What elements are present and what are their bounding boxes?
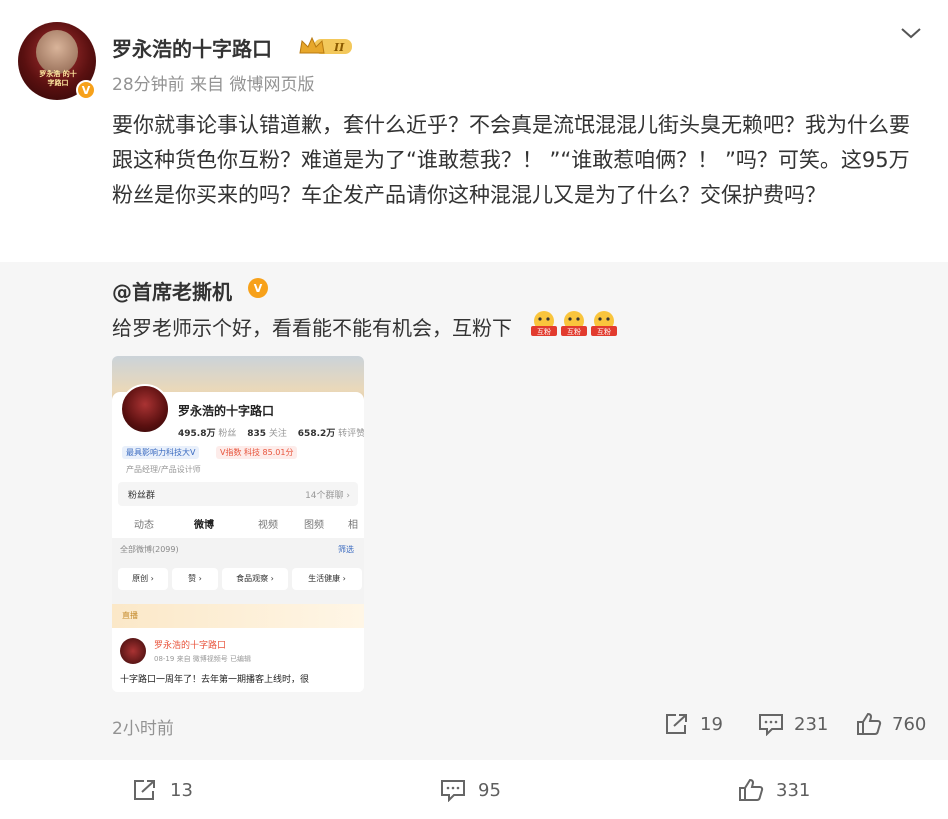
interactions-label: 转评赞 — [338, 429, 364, 439]
repost-button[interactable]: 13 — [132, 778, 193, 802]
avatar-text: 罗永浩 的十字路口 — [39, 70, 77, 87]
chip-food: 食品观察 › — [222, 568, 288, 590]
emoji-label: 互粉 — [537, 327, 551, 336]
share-icon — [134, 780, 155, 800]
comment-count: 95 — [478, 779, 501, 801]
verified-badge-icon: V — [76, 80, 96, 100]
profile-stats: 495.8万 粉丝 835 关注 658.2万 转评赞 — [178, 426, 364, 439]
share-icon — [666, 714, 687, 734]
repost-count: 13 — [170, 779, 193, 801]
chevron-down-icon[interactable] — [900, 26, 922, 40]
repost-comment-button[interactable]: 231 — [758, 712, 828, 736]
like-count: 760 — [892, 713, 927, 735]
post-meta-small: 08-19 来自 微博视频号 已编辑 — [154, 655, 252, 663]
profile-tabs: 动态 微博 视频 图频 相 — [112, 514, 364, 534]
post-text: 要你就事论事认错道歉，套什么近乎？不会真是流氓混混儿街头臭无赖吧？我为什么要跟这… — [112, 113, 910, 207]
comment-icon — [759, 714, 783, 736]
live-banner: 直播 — [112, 604, 364, 628]
thumbs-up-icon — [857, 712, 882, 735]
attached-screenshot-image[interactable]: 罗永浩的十字路口 495.8万 粉丝 835 关注 658.2万 转评赞 最具影… — [112, 356, 364, 692]
emoji-label: 互粉 — [567, 327, 581, 336]
tab-video: 视频 — [258, 520, 278, 531]
thumbs-up-icon — [739, 778, 764, 801]
fans-label: 粉丝 — [218, 429, 237, 439]
profile-name: 罗永浩的十字路口 — [178, 404, 275, 418]
comment-icon — [441, 780, 465, 802]
repost-count: 19 — [700, 713, 723, 735]
repost-repost-button[interactable]: 19 — [664, 712, 723, 736]
repost-card[interactable]: @首席老撕机 V 给罗老师示个好，看看能不能有机会，互粉下 互粉 互粉 互粉 罗… — [0, 262, 948, 760]
crown-level-icon[interactable]: II — [298, 35, 354, 57]
profile-vindex-tag: V指数 科技 85.01分 — [216, 446, 298, 459]
like-count: 331 — [776, 779, 811, 801]
filter-chips: 原创 › 赞 › 食品观察 › 生活健康 › — [118, 568, 364, 592]
chip-original: 原创 › — [118, 568, 168, 590]
tab-more: 相 — [348, 520, 358, 531]
avatar-face — [36, 30, 78, 74]
comment-button[interactable]: 95 — [440, 778, 501, 802]
level-badge-text: II — [333, 41, 345, 54]
emoji-label: 互粉 — [597, 327, 611, 336]
live-label: 直播 — [122, 611, 138, 620]
all-posts-count: 全部微博(2099) — [120, 545, 179, 554]
profile-tag: 最具影响力科技大V — [122, 446, 200, 459]
fans-count: 495.8万 — [178, 429, 216, 439]
post-author-name: 罗永浩的十字路口 — [154, 641, 227, 651]
author-name[interactable]: 罗永浩的十字路口 — [112, 33, 272, 62]
follow-label: 关注 — [268, 429, 287, 439]
repost-author[interactable]: @首席老撕机 — [112, 276, 232, 305]
profile-post-preview: 罗永浩的十字路口 08-19 来自 微博视频号 已编辑 十字路口一周年了！去年第… — [112, 628, 364, 692]
hufen-emoji-icon: 互粉 — [561, 311, 587, 336]
repost-text: 给罗老师示个好，看看能不能有机会，互粉下 — [112, 316, 512, 340]
post-footer: 13 95 331 — [0, 760, 948, 819]
repost-verified-badge-icon: V — [248, 278, 268, 298]
filter-link: 筛选 — [338, 545, 354, 554]
like-button[interactable]: 331 — [738, 778, 810, 802]
post-meta: 28分钟前 来自 微博网页版 — [112, 75, 315, 95]
fans-group-count: 14个群聊 › — [305, 491, 350, 501]
profile-profession: 产品经理/产品设计师 — [126, 465, 201, 474]
tab-images: 图频 — [304, 520, 324, 531]
interactions-count: 658.2万 — [297, 429, 336, 439]
fans-group-label: 粉丝群 — [128, 491, 156, 501]
post-header: 罗永浩 的十字路口 V 罗永浩的十字路口 II 28分钟前 来自 微博网页版 — [0, 0, 948, 105]
chip-liked: 赞 › — [172, 568, 218, 590]
tab-dynamic: 动态 — [134, 520, 154, 531]
repost-time: 2小时前 — [112, 719, 174, 739]
profile-avatar — [120, 384, 170, 434]
tab-weibo: 微博 — [194, 520, 214, 531]
hufen-emoji-icon: 互粉 — [591, 311, 617, 336]
chip-health: 生活健康 › — [292, 568, 362, 590]
repost-like-button[interactable]: 760 — [856, 712, 926, 736]
post-preview-text: 十字路口一周年了！去年第一期播客上线时，很 — [120, 675, 310, 685]
hufen-emoji-icon: 互粉 — [531, 311, 557, 336]
follow-count: 835 — [247, 429, 267, 439]
comment-count: 231 — [794, 713, 829, 735]
fans-group-row: 粉丝群 14个群聊 › — [118, 482, 358, 506]
post-avatar — [120, 638, 146, 664]
